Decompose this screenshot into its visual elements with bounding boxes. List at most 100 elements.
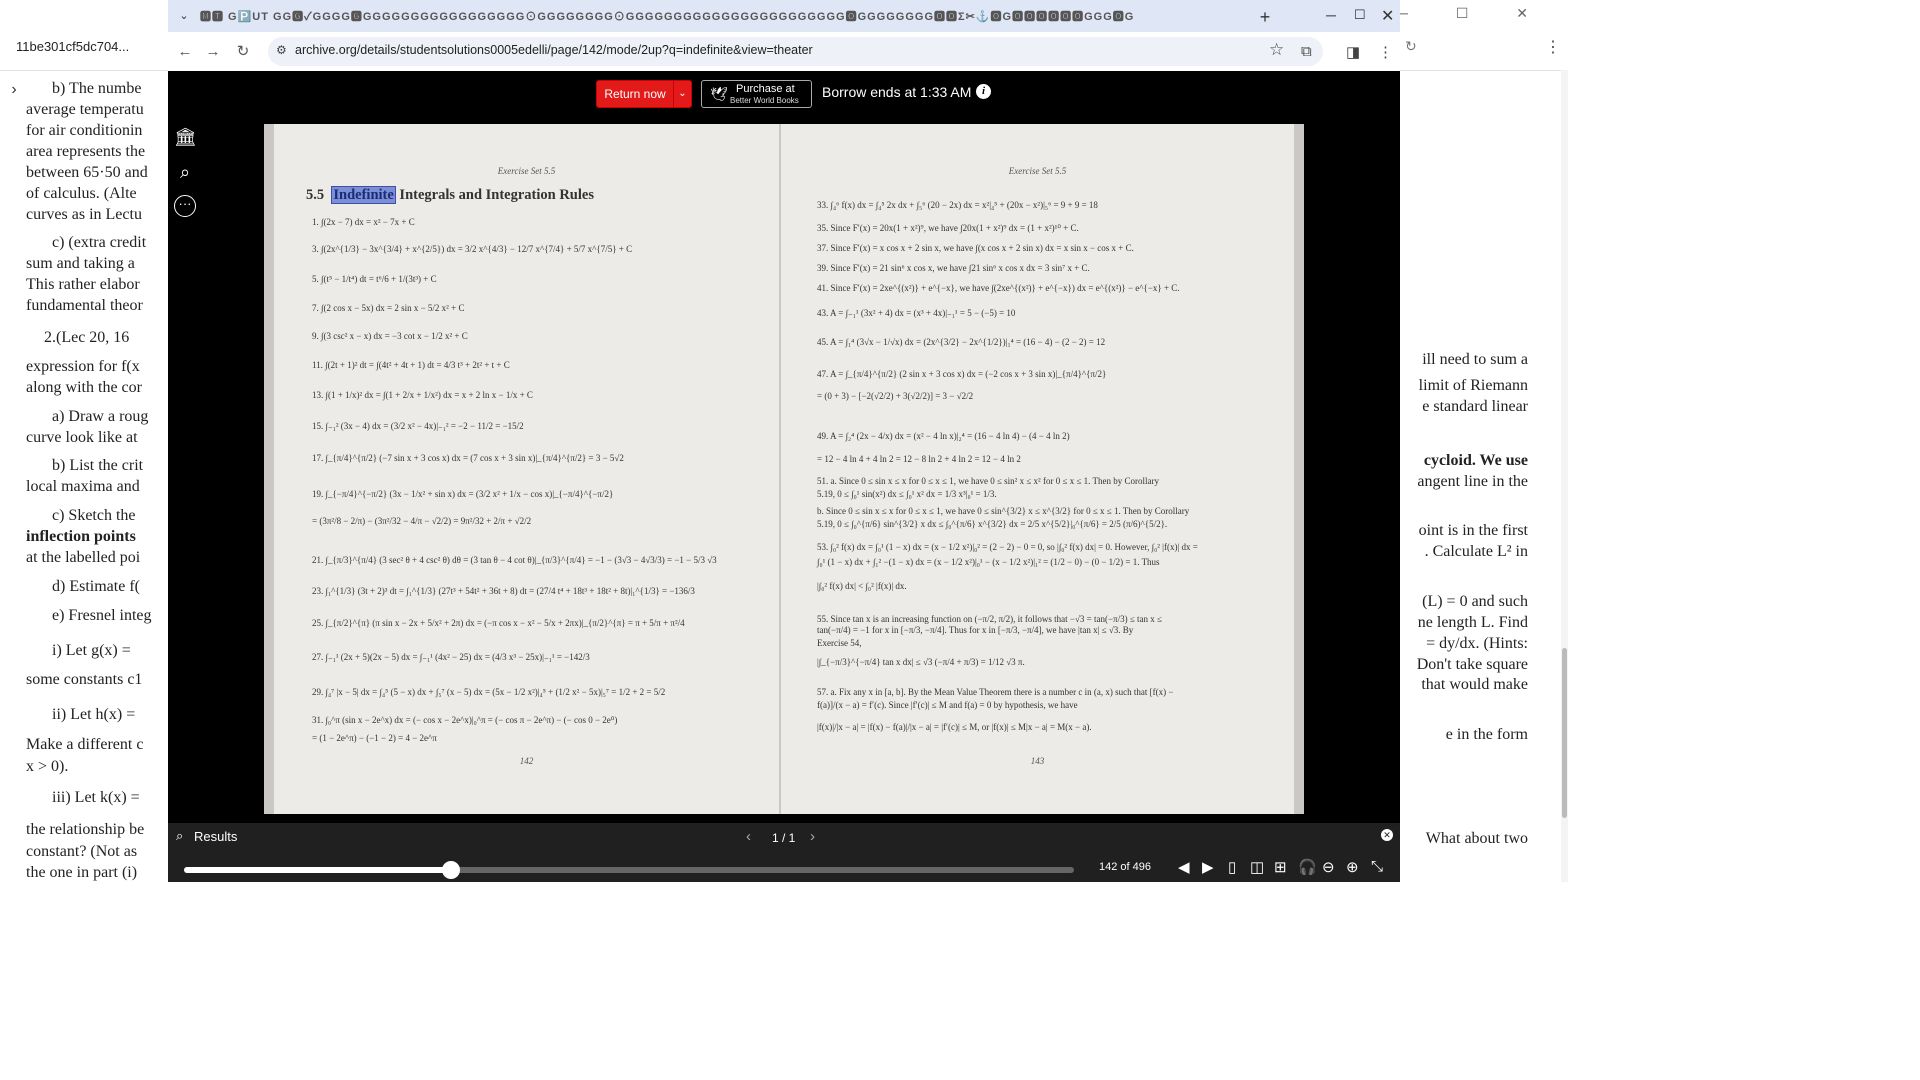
background-window-controls[interactable]: ─ ☐ ✕: [1398, 5, 1550, 22]
solution-equation: 15. ∫₋₁² (3x − 4) dx = (3/2 x² − 4x)|₋₁²…: [312, 421, 524, 431]
background-text-line: cycloid. We use: [1423, 452, 1528, 469]
read-aloud-icon[interactable]: 🎧: [1298, 858, 1317, 876]
book-page-left[interactable]: Exercise Set 5.5 5.5 Indefinite Integral…: [274, 124, 779, 814]
site-info-icon[interactable]: ⚙: [276, 43, 287, 57]
solution-equation: = (1 − 2e^π) − (−1 − 2) = 4 − 2e^π: [312, 733, 437, 743]
flip-left-icon[interactable]: ◀: [1178, 858, 1190, 876]
solution-equation: 33. ∫₄⁶ f(x) dx = ∫₄⁵ 2x dx + ∫₅⁶ (20 − …: [817, 200, 1098, 210]
one-page-view-icon[interactable]: ▯: [1228, 858, 1236, 876]
solution-equation: 19. ∫_{−π/4}^{−π/2} (3x − 1/x² + sin x) …: [312, 489, 614, 499]
minimize-icon[interactable]: ─: [1326, 7, 1336, 23]
background-document-right: ill need to sum a limit of Riemann e stand…: [1400, 70, 1568, 882]
ia-borrow-header: Return now ⌄ 🕊 Purchase at Better World …: [168, 71, 1400, 115]
tab-search-icon[interactable]: ⌄: [174, 6, 194, 26]
solution-equation: 25. ∫_{π/2}^{π} (π sin x − 2x + 5/x² + 2…: [312, 618, 685, 628]
two-page-view-icon[interactable]: ◫: [1250, 858, 1264, 876]
info-icon[interactable]: i: [976, 84, 991, 99]
solution-equation: 1. ∫(2x − 7) dx = x² − 7x + C: [312, 217, 415, 227]
reload-icon[interactable]: ↻: [232, 41, 254, 63]
solution-equation: ∫₀¹ (1 − x) dx + ∫₁² −(1 − x) dx = (x − …: [817, 557, 1160, 567]
maximize-icon[interactable]: ☐: [1354, 7, 1366, 23]
page-slider-thumb[interactable]: [442, 861, 460, 879]
reader-bottom-bar: ⌕ Results ‹ 1 / 1 › ✕ 142 of 496 ◀ ▶ ▯ ◫…: [168, 823, 1400, 882]
solution-equation: 55. Since tan x is an increasing functio…: [817, 614, 1162, 624]
zoom-out-icon[interactable]: ⊖: [1322, 858, 1335, 876]
background-text-line: inflection points: [26, 528, 136, 545]
background-scrollbar-thumb[interactable]: [1562, 648, 1567, 818]
background-text-line: (L) = 0 and such: [1422, 593, 1528, 610]
solution-equation: 31. ∫₀^π (sin x − 2e^x) dx = (− cos x − …: [312, 715, 618, 725]
bookmark-star-icon[interactable]: ☆: [1269, 40, 1284, 60]
background-text-line: area represents the: [26, 143, 146, 160]
browser-menu-icon[interactable]: ⋮: [1378, 43, 1393, 61]
solution-equation: 3. ∫(2x^{1/3} − 3x^{3/4} + x^{2/5}) dx =…: [312, 244, 633, 254]
search-highlight[interactable]: Indefinite: [331, 186, 396, 204]
background-text-line: at the labelled poi: [26, 549, 141, 566]
zoom-in-icon[interactable]: ⊕: [1346, 858, 1359, 876]
background-text-line: e) Fresnel integ: [52, 607, 152, 624]
exit-fullscreen-icon[interactable]: ⤡: [1371, 858, 1383, 875]
background-text-line: ne length L. Find: [1417, 614, 1528, 631]
solution-equation: 23. ∫₁^{1/3} (3t + 2)³ dt = ∫₁^{1/3} (27…: [312, 586, 695, 596]
background-refresh-icon[interactable]: ↻: [1405, 38, 1417, 55]
book-spread[interactable]: Exercise Set 5.5 5.5 Indefinite Integral…: [264, 124, 1304, 814]
solution-equation: 39. Since F′(x) = 21 sin⁶ x cos x, we ha…: [817, 263, 1090, 273]
background-text-line: fundamental theor: [26, 297, 143, 314]
solution-equation: 35. Since F′(x) = 20x(1 + x²)⁹, we have …: [817, 223, 1079, 233]
running-header-right: Exercise Set 5.5: [1008, 166, 1067, 176]
solution-equation: 43. A = ∫₋₁¹ (3x² + 4) dx = (x³ + 4x)|₋₁…: [817, 308, 1016, 318]
results-search-icon: ⌕: [176, 828, 184, 843]
purchase-button[interactable]: 🕊 Purchase at Better World Books: [701, 80, 812, 108]
solution-equation: 57. a. Fix any x in [a, b]. By the Mean …: [817, 687, 1174, 697]
new-tab-button[interactable]: +: [1254, 6, 1276, 28]
section-number: 5.5: [306, 187, 325, 203]
solution-equation: 53. ∫₀² f(x) dx = ∫₀¹ (1 − x) dx = (x − …: [817, 542, 1198, 552]
background-text-line: expression for f(x: [26, 358, 140, 375]
browser-window: ⌄ 🅼🆃 G🅿️UT GG🅶✓GGGG🅶GGGGGGGGGGGGGGGGG⊙GG…: [168, 0, 1400, 882]
url-text[interactable]: archive.org/details/studentsolutions0005…: [295, 43, 813, 57]
previous-result-icon[interactable]: ‹: [746, 828, 751, 845]
page-slider[interactable]: [184, 861, 1074, 879]
side-panel-icon[interactable]: ◨: [1346, 43, 1360, 61]
background-text-line: x > 0).: [26, 758, 69, 775]
page-count: 142 of 496: [1099, 861, 1151, 873]
background-text-line: Don't take square: [1416, 656, 1528, 673]
more-icon[interactable]: ···: [174, 195, 196, 217]
library-icon[interactable]: 🏛: [174, 126, 197, 148]
borrow-status: Borrow ends at 1:33 AM: [822, 84, 972, 100]
extensions-icon[interactable]: ⧉: [1301, 43, 1312, 60]
next-result-icon[interactable]: ›: [810, 828, 815, 845]
solution-equation: 49. A = ∫₂⁴ (2x − 4/x) dx = (x² − 4 ln x…: [817, 431, 1070, 441]
thumbnail-view-icon[interactable]: ⊞: [1274, 858, 1287, 876]
return-dropdown-icon[interactable]: ⌄: [673, 80, 692, 108]
close-results-icon[interactable]: ✕: [1381, 829, 1393, 841]
purchase-label: Purchase at: [736, 83, 795, 95]
background-text-line: c) (extra credit: [52, 234, 147, 251]
solution-equation: b. Since 0 ≤ sin x ≤ x for 0 ≤ x ≤ 1, we…: [817, 506, 1190, 516]
background-text-line: the relationship be: [26, 821, 145, 838]
solution-equation: 51. a. Since 0 ≤ sin x ≤ x for 0 ≤ x ≤ 1…: [817, 476, 1159, 486]
background-text-line: iii) Let k(x) =: [52, 789, 140, 806]
background-text-line: b) List the crit: [52, 457, 144, 474]
url-bar[interactable]: ⚙ archive.org/details/studentsolutions00…: [268, 37, 1323, 66]
background-menu-icon[interactable]: ⋮: [1545, 37, 1561, 57]
solution-equation: 13. ∫(1 + 1/x)² dx = ∫(1 + 2/x + 1/x²) d…: [312, 390, 533, 400]
solution-equation: tan(−π/4) = −1 for x in [−π/3, −π/4]. Th…: [817, 625, 1134, 635]
background-text-line: oint is in the first: [1418, 522, 1528, 539]
flip-right-icon[interactable]: ▶: [1202, 858, 1214, 876]
return-now-button[interactable]: Return now: [596, 80, 674, 108]
tab-strip[interactable]: 🅼🆃 G🅿️UT GG🅶✓GGGG🅶GGGGGGGGGGGGGGGGG⊙GGGG…: [200, 8, 1228, 24]
chevron-right-icon[interactable]: ›: [2, 78, 26, 102]
solution-equation: 21. ∫_{π/3}^{π/4} (3 sec² θ + 4 csc² θ) …: [312, 555, 717, 565]
background-text-line: average temperatu: [26, 101, 144, 118]
page-number-left: 142: [519, 756, 534, 766]
book-page-right[interactable]: Exercise Set 5.5 33. ∫₄⁶ f(x) dx = ∫₄⁵ 2…: [781, 124, 1294, 814]
close-icon[interactable]: ✕: [1381, 6, 1394, 26]
background-text-line: of calculus. (Alte: [26, 185, 137, 202]
solution-equation: |∫₀² f(x) dx| < ∫₀² |f(x)| dx.: [817, 581, 907, 591]
background-text-line: ill need to sum a: [1422, 351, 1528, 368]
forward-icon[interactable]: →: [202, 41, 224, 63]
search-icon[interactable]: ⌕: [174, 161, 196, 183]
back-icon[interactable]: ←: [174, 41, 196, 63]
results-label[interactable]: Results: [194, 829, 237, 844]
